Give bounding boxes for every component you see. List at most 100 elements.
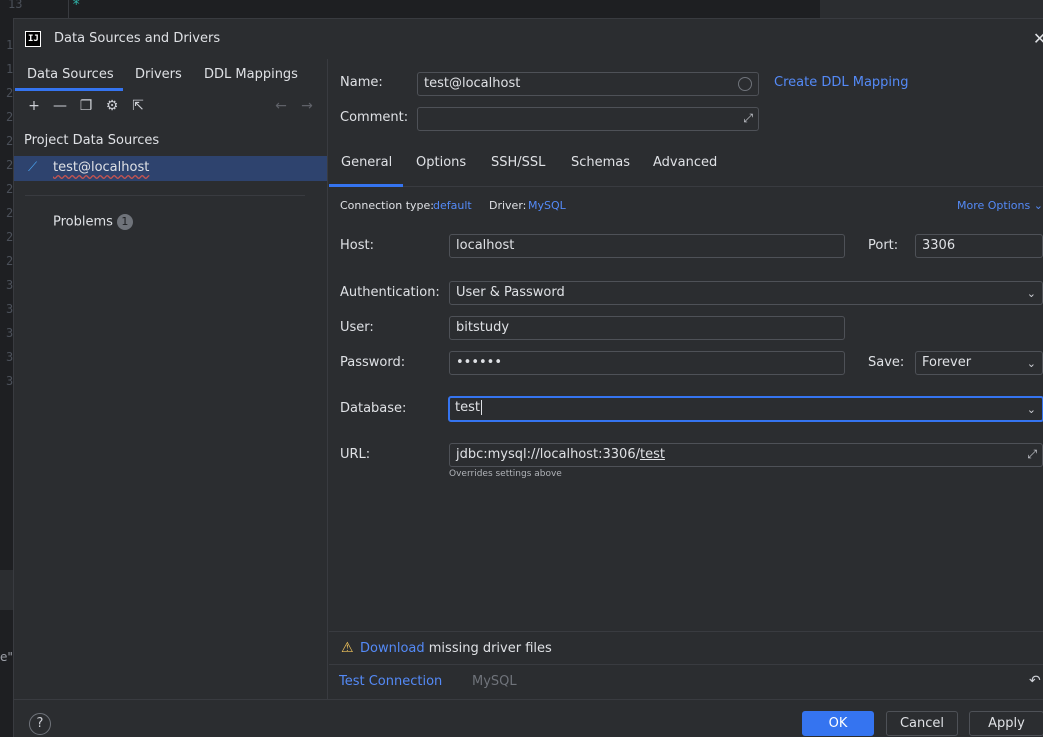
data-source-item[interactable]: ⟋ test@localhost (14, 156, 327, 181)
authentication-value: User & Password (456, 285, 565, 300)
authentication-select[interactable]: User & Password ⌄ (449, 281, 1043, 305)
tab-data-sources[interactable]: Data Sources (27, 67, 114, 82)
problems-count-badge: 1 (116, 214, 133, 230)
driver-label: Driver: (489, 199, 527, 212)
tab-drivers[interactable]: Drivers (135, 67, 182, 82)
chevron-down-icon: ⌄ (1026, 287, 1036, 300)
text-cursor (480, 400, 482, 415)
editor-line-number: 1 (6, 62, 14, 76)
url-field[interactable]: jdbc:mysql://localhost:3306/test ⤢ (449, 443, 1043, 467)
test-connection-link[interactable]: Test Connection (339, 674, 442, 689)
tab-schemas[interactable]: Schemas (571, 155, 630, 170)
editor-line-number: 2 (6, 86, 14, 100)
database-field[interactable]: test ⌄ (448, 396, 1043, 422)
editor-gutter: 1 1 2 2 2 2 2 2 2 2 3 3 3 3 3 (0, 0, 13, 737)
tab-general[interactable]: General (341, 155, 392, 170)
cancel-button[interactable]: Cancel (886, 711, 958, 736)
download-link[interactable]: Download (360, 641, 425, 656)
editor-line-number: 2 (6, 158, 14, 172)
export-icon[interactable]: ⇱ (129, 97, 147, 115)
duplicate-icon[interactable]: ❐ (77, 97, 95, 115)
problems-label: Problems (53, 214, 113, 230)
data-source-label: test@localhost (53, 160, 150, 175)
editor-line-number: 2 (6, 206, 14, 220)
editor-code-fragment: * (72, 0, 81, 13)
editor-line-number: 2 (6, 110, 14, 124)
mysql-dolphin-icon: ⟋ (28, 160, 38, 175)
name-field[interactable]: test@localhost (417, 72, 759, 96)
divider (25, 195, 305, 196)
dialog-title: Data Sources and Drivers (54, 31, 221, 46)
comment-field[interactable]: ⤢ (417, 107, 759, 131)
connection-type-label: Connection type: (340, 199, 435, 212)
intellij-logo-icon: IJ (25, 31, 41, 47)
chevron-down-icon: ⌄ (1026, 403, 1036, 416)
port-label: Port: (868, 238, 899, 253)
tab-advanced[interactable]: Advanced (653, 155, 717, 170)
right-panel: Name: test@localhost Create DDL Mapping … (329, 59, 1043, 699)
editor-line-number: 2 (6, 134, 14, 148)
host-label: Host: (340, 238, 374, 253)
close-icon[interactable]: ✕ (1033, 29, 1043, 48)
save-value: Forever (922, 355, 972, 370)
url-hint: Overrides settings above (449, 469, 562, 479)
create-ddl-mapping-link[interactable]: Create DDL Mapping (774, 75, 909, 90)
editor-line-number: 3 (6, 278, 14, 292)
driver-warning-bar: ⚠ Download missing driver files (329, 631, 1043, 665)
more-options-label: More Options (957, 199, 1031, 212)
password-value: •••••• (456, 355, 503, 370)
back-arrow-icon[interactable]: ← (272, 97, 290, 115)
dialog-titlebar: IJ Data Sources and Drivers ✕ (14, 19, 1043, 59)
editor-line-number: 2 (6, 254, 14, 268)
add-icon[interactable]: + (25, 97, 43, 115)
ok-button[interactable]: OK (802, 711, 874, 736)
test-connection-row: Test Connection MySQL ↶ (329, 665, 1043, 699)
editor-left-fragment: e" (0, 650, 13, 664)
reset-icon[interactable]: ↶ (1029, 673, 1041, 689)
editor-line-number: 2 (6, 182, 14, 196)
data-sources-dialog: IJ Data Sources and Drivers ✕ Data Sourc… (13, 18, 1043, 737)
expand-icon[interactable]: ⤢ (1027, 447, 1037, 462)
forward-arrow-icon[interactable]: → (298, 97, 316, 115)
editor-left-band (0, 570, 13, 610)
save-select[interactable]: Forever ⌄ (915, 351, 1043, 375)
more-options-link[interactable]: More Options ⌄ (957, 199, 1043, 212)
problems-item[interactable]: Problems 1 (53, 214, 133, 230)
editor-line-number: 3 (6, 326, 14, 340)
port-field[interactable]: 3306 (915, 234, 1043, 258)
editor-line-number: 3 (6, 374, 14, 388)
warning-text: Download missing driver files (360, 641, 552, 656)
port-value: 3306 (922, 238, 956, 253)
url-prefix: jdbc:mysql://localhost:3306/ (456, 447, 640, 462)
help-icon[interactable]: ? (29, 713, 51, 735)
editor-line-number: 2 (6, 230, 14, 244)
remove-icon[interactable]: — (51, 97, 69, 115)
editor-top-right-strip (820, 0, 1043, 18)
authentication-label: Authentication: (340, 285, 440, 300)
tab-ssh-ssl[interactable]: SSH/SSL (491, 155, 545, 170)
password-label: Password: (340, 355, 406, 370)
project-data-sources-heading: Project Data Sources (24, 133, 160, 148)
host-field[interactable]: localhost (449, 234, 845, 258)
gear-icon[interactable]: ⚙ (103, 97, 121, 115)
tab-ddl-mappings[interactable]: DDL Mappings (204, 67, 298, 82)
editor-top-strip (0, 0, 820, 18)
url-label: URL: (340, 447, 371, 462)
color-circle-icon[interactable] (738, 77, 752, 91)
connection-type-link[interactable]: default (433, 199, 472, 212)
apply-button[interactable]: Apply (969, 711, 1043, 736)
warning-message: missing driver files (428, 641, 552, 656)
chevron-down-icon: ⌄ (1033, 199, 1043, 212)
database-value: test (455, 400, 480, 415)
name-label: Name: (340, 75, 383, 90)
expand-icon[interactable]: ⤢ (743, 111, 753, 126)
user-field[interactable]: bitstudy (449, 316, 845, 340)
comment-label: Comment: (340, 110, 409, 125)
left-panel: Data Sources Drivers DDL Mappings + — ❐ … (14, 59, 328, 699)
editor-divider (68, 0, 69, 18)
tab-options[interactable]: Options (416, 155, 466, 170)
driver-link[interactable]: MySQL (528, 199, 566, 212)
editor-line-number: 1 (6, 38, 14, 52)
password-field[interactable]: •••••• (449, 351, 845, 375)
name-value: test@localhost (424, 76, 521, 91)
